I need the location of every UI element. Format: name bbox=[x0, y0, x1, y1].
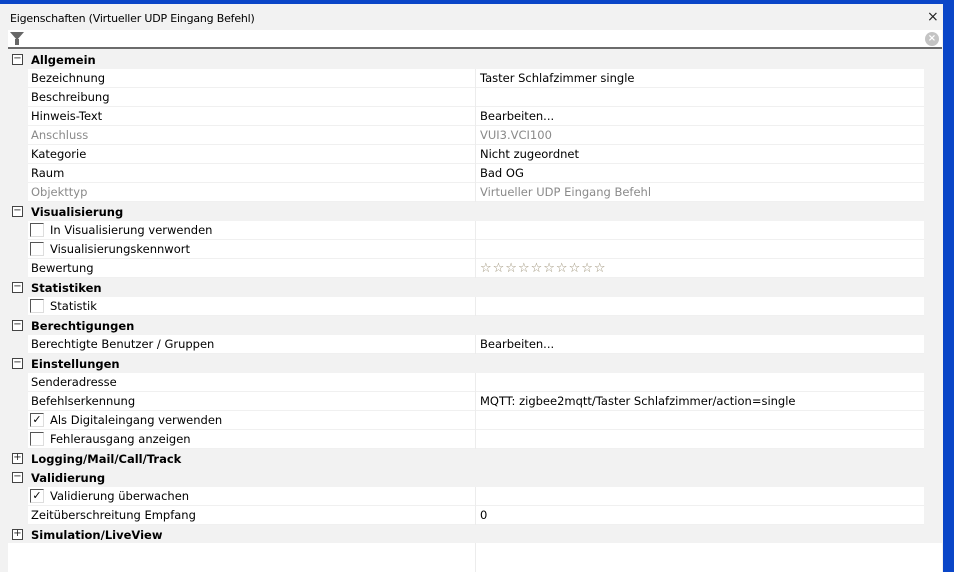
category-label: Statistiken bbox=[31, 280, 102, 295]
property-row-beschreibung[interactable]: Beschreibung bbox=[28, 87, 924, 107]
property-value[interactable]: Nicht zugeordnet bbox=[475, 144, 924, 164]
category-label: Validierung bbox=[31, 470, 106, 485]
property-label: Befehlserkennung bbox=[31, 394, 136, 408]
category-simulation-liveview[interactable]: + Simulation/LiveView bbox=[8, 525, 924, 544]
property-label: Raum bbox=[31, 166, 65, 180]
category-berechtigungen[interactable]: − Berechtigungen bbox=[8, 316, 924, 335]
category-visualisierung[interactable]: − Visualisierung bbox=[8, 202, 924, 221]
property-value[interactable] bbox=[475, 410, 924, 430]
property-value[interactable]: 0 bbox=[475, 505, 924, 525]
category-validierung[interactable]: − Validierung bbox=[8, 468, 924, 487]
property-row-hinweis-text[interactable]: Hinweis-Text Bearbeiten... bbox=[28, 106, 924, 126]
checkbox[interactable] bbox=[30, 299, 44, 313]
expand-icon[interactable]: + bbox=[12, 453, 23, 464]
property-label: Kategorie bbox=[31, 147, 87, 161]
category-einstellungen[interactable]: − Einstellungen bbox=[8, 354, 924, 373]
property-value[interactable] bbox=[475, 429, 924, 449]
property-row-in-visualisierung-verwenden[interactable]: In Visualisierung verwenden bbox=[28, 220, 924, 240]
category-statistiken[interactable]: − Statistiken bbox=[8, 278, 924, 297]
category-label: Logging/Mail/Call/Track bbox=[31, 451, 182, 466]
collapse-icon[interactable]: − bbox=[12, 320, 23, 331]
collapse-icon[interactable]: − bbox=[12, 358, 23, 369]
property-value[interactable] bbox=[475, 87, 924, 107]
close-icon[interactable]: × bbox=[927, 9, 939, 25]
property-label: Statistik bbox=[50, 299, 97, 313]
property-row-als-digitaleingang-verwenden[interactable]: ✓ Als Digitaleingang verwenden bbox=[28, 410, 924, 430]
property-value[interactable] bbox=[475, 239, 924, 259]
property-label: Als Digitaleingang verwenden bbox=[50, 413, 223, 427]
properties-window: Eigenschaften (Virtueller UDP Eingang Be… bbox=[0, 4, 943, 572]
property-row-objekttyp[interactable]: Objekttyp Virtueller UDP Eingang Befehl bbox=[28, 182, 924, 202]
property-value[interactable]: Taster Schlafzimmer single bbox=[475, 68, 924, 88]
property-value[interactable]: Bad OG bbox=[475, 163, 924, 183]
property-label: Hinweis-Text bbox=[31, 109, 103, 123]
property-value[interactable]: Bearbeiten... bbox=[475, 334, 924, 354]
property-value[interactable] bbox=[475, 372, 924, 392]
checkbox[interactable] bbox=[30, 432, 44, 446]
rating-stars[interactable]: ☆☆☆☆☆☆☆☆☆☆ bbox=[475, 258, 924, 278]
property-row-anschluss[interactable]: Anschluss VUI3.VCI100 bbox=[28, 125, 924, 145]
property-row-fehlerausgang-anzeigen[interactable]: Fehlerausgang anzeigen bbox=[28, 429, 924, 449]
property-label: Visualisierungskennwort bbox=[50, 242, 190, 256]
property-row-visualisierungskennwort[interactable]: Visualisierungskennwort bbox=[28, 239, 924, 259]
property-value[interactable] bbox=[475, 296, 924, 316]
property-label: Berechtigte Benutzer / Gruppen bbox=[31, 337, 215, 351]
checkbox[interactable]: ✓ bbox=[30, 413, 44, 427]
property-label: Validierung überwachen bbox=[50, 489, 190, 503]
property-value[interactable] bbox=[475, 220, 924, 240]
checkbox[interactable] bbox=[30, 223, 44, 237]
category-label: Einstellungen bbox=[31, 356, 120, 371]
property-value: VUI3.VCI100 bbox=[475, 125, 924, 145]
category-logging-mail-call-track[interactable]: + Logging/Mail/Call/Track bbox=[8, 449, 924, 468]
property-row-bezeichnung[interactable]: Bezeichnung Taster Schlafzimmer single bbox=[28, 68, 924, 88]
checkbox[interactable]: ✓ bbox=[30, 489, 44, 503]
property-value[interactable]: MQTT: zigbee2mqtt/Taster Schlafzimmer/ac… bbox=[475, 391, 924, 411]
property-grid: − Allgemein Bezeichnung Taster Schlafzimmer… bbox=[8, 50, 924, 544]
property-label: Senderadresse bbox=[31, 375, 117, 389]
property-value: Virtueller UDP Eingang Befehl bbox=[475, 182, 924, 202]
property-label: Fehlerausgang anzeigen bbox=[50, 432, 191, 446]
property-row-zeit-berschreitung-empfang[interactable]: Zeitüberschreitung Empfang 0 bbox=[28, 505, 924, 525]
filter-bar[interactable]: × bbox=[8, 30, 942, 49]
collapse-icon[interactable]: − bbox=[12, 206, 23, 217]
property-row-befehlserkennung[interactable]: Befehlserkennung MQTT: zigbee2mqtt/Taster… bbox=[28, 391, 924, 411]
property-row-kategorie[interactable]: Kategorie Nicht zugeordnet bbox=[28, 144, 924, 164]
property-label: Bezeichnung bbox=[31, 71, 106, 85]
property-label: In Visualisierung verwenden bbox=[50, 223, 213, 237]
description-pane bbox=[8, 543, 942, 572]
category-allgemein[interactable]: − Allgemein bbox=[8, 50, 924, 69]
category-label: Simulation/LiveView bbox=[31, 527, 163, 542]
window-title: Eigenschaften (Virtueller UDP Eingang Be… bbox=[10, 12, 255, 25]
collapse-icon[interactable]: − bbox=[12, 54, 23, 65]
category-label: Allgemein bbox=[31, 52, 96, 67]
property-value[interactable] bbox=[475, 486, 924, 506]
category-label: Visualisierung bbox=[31, 204, 124, 219]
category-label: Berechtigungen bbox=[31, 318, 135, 333]
collapse-icon[interactable]: − bbox=[12, 472, 23, 483]
checkbox[interactable] bbox=[30, 242, 44, 256]
property-label: Zeitüberschreitung Empfang bbox=[31, 508, 196, 522]
collapse-icon[interactable]: − bbox=[12, 282, 23, 293]
property-label: Anschluss bbox=[31, 128, 89, 142]
property-value[interactable]: Bearbeiten... bbox=[475, 106, 924, 126]
property-row-validierung-berwachen[interactable]: ✓ Validierung überwachen bbox=[28, 486, 924, 506]
expand-icon[interactable]: + bbox=[12, 529, 23, 540]
clear-filter-icon[interactable]: × bbox=[925, 32, 939, 46]
property-row-berechtigte-benutzer-gruppen[interactable]: Berechtigte Benutzer / Gruppen Bearbeiten… bbox=[28, 334, 924, 354]
property-row-raum[interactable]: Raum Bad OG bbox=[28, 163, 924, 183]
property-label: Bewertung bbox=[31, 261, 94, 275]
filter-icon[interactable] bbox=[10, 32, 24, 45]
property-label: Objekttyp bbox=[31, 185, 88, 199]
property-label: Beschreibung bbox=[31, 90, 110, 104]
property-row-senderadresse[interactable]: Senderadresse bbox=[28, 372, 924, 392]
property-row-statistik[interactable]: Statistik bbox=[28, 296, 924, 316]
property-row-bewertung[interactable]: Bewertung ☆☆☆☆☆☆☆☆☆☆ bbox=[28, 258, 924, 278]
